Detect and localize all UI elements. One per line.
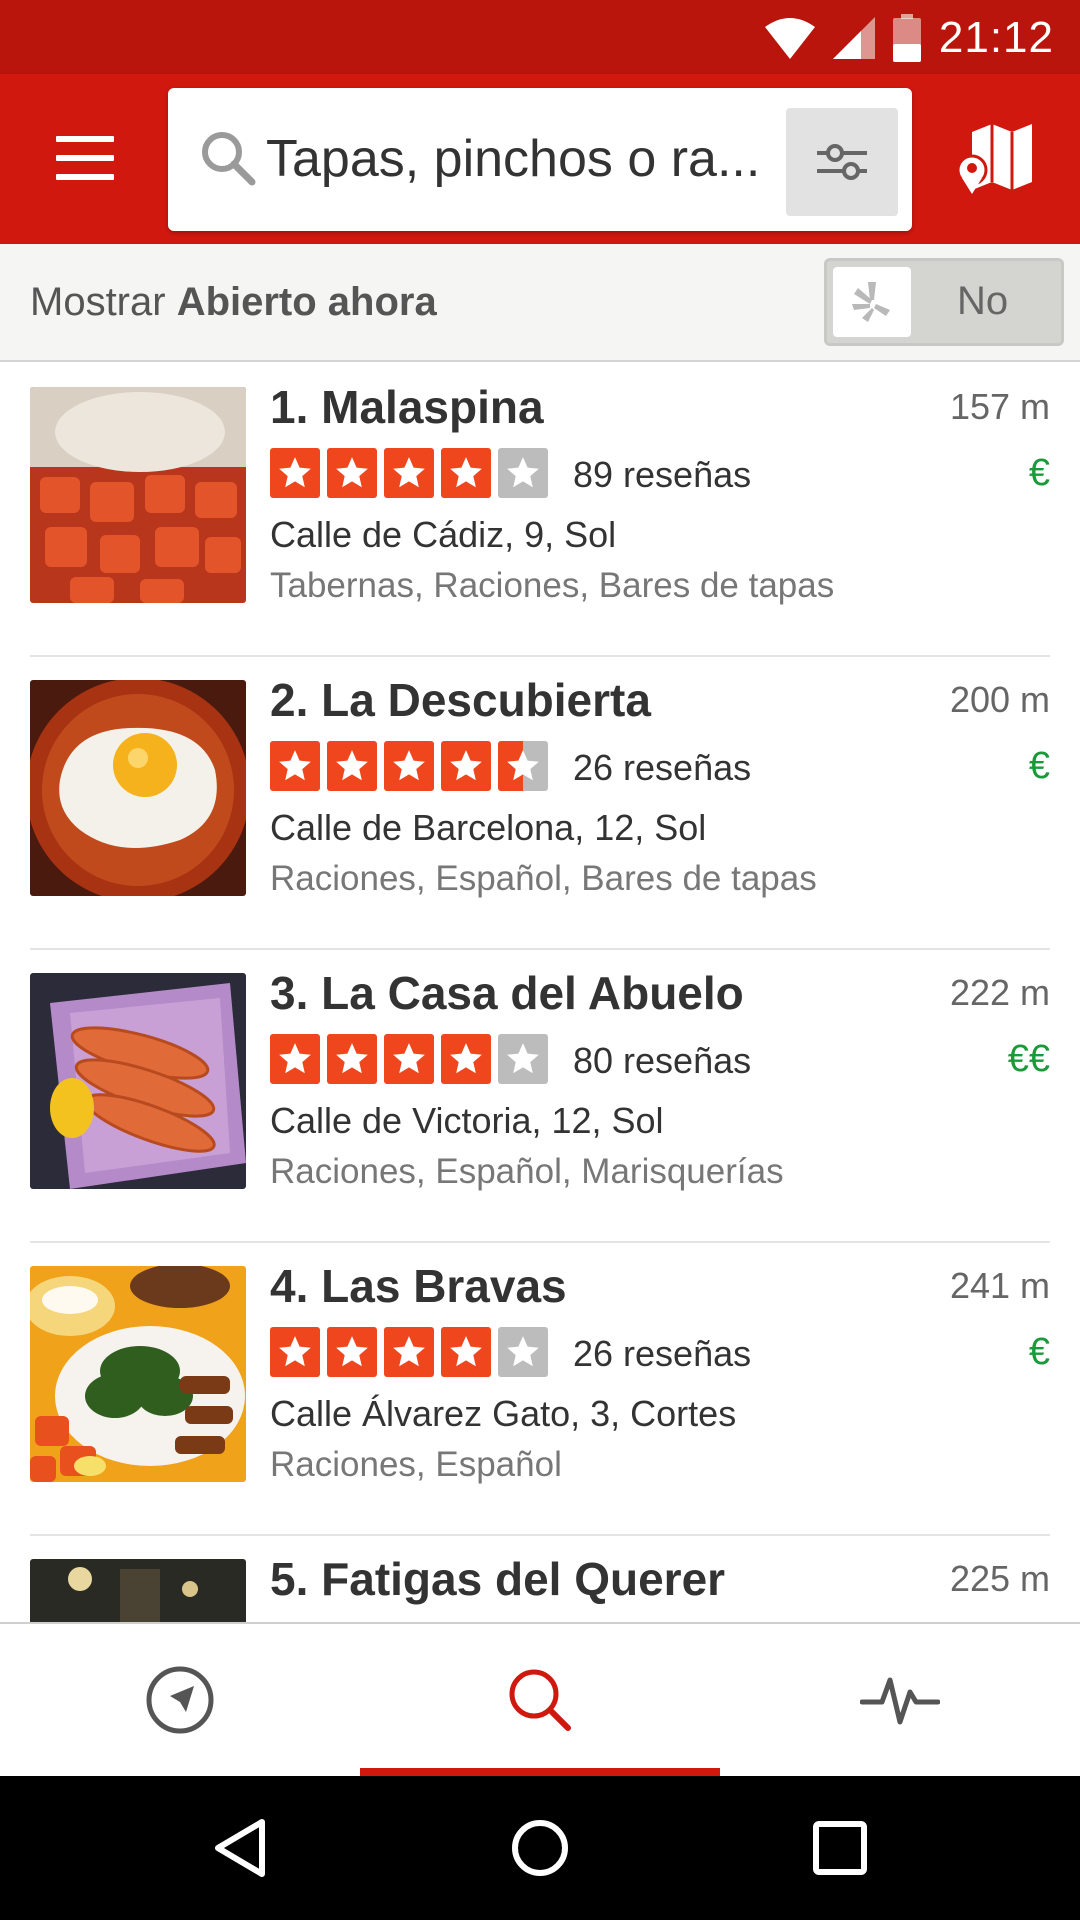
search-icon	[202, 132, 256, 186]
price-range: €	[1028, 745, 1050, 787]
distance: 222 m	[949, 972, 1050, 1013]
status-time: 21:12	[938, 13, 1054, 62]
star-empty-icon	[498, 448, 548, 498]
app-bar: Tapas, pinchos o ra...	[0, 74, 1080, 244]
star-icon	[327, 1034, 377, 1084]
star-icon	[384, 448, 434, 498]
battery-icon	[892, 14, 921, 62]
star-icon	[327, 448, 377, 498]
business-photo	[30, 387, 246, 603]
signal-icon	[832, 17, 875, 59]
list-item[interactable]: 1. Malaspina 157 m 89 reseñas € Calle de…	[0, 364, 1080, 657]
star-empty-icon	[498, 1327, 548, 1377]
map-icon[interactable]	[958, 124, 1034, 194]
business-address: Calle de Cádiz, 9, Sol	[270, 514, 617, 555]
star-rating	[270, 448, 548, 498]
star-empty-icon	[498, 1034, 548, 1084]
star-icon	[441, 1034, 491, 1084]
star-half-icon	[498, 741, 548, 791]
bottom-navigation	[0, 1622, 1080, 1776]
star-rating	[270, 741, 548, 791]
business-address: Calle de Victoria, 12, Sol	[270, 1100, 664, 1141]
price-range: €	[1028, 452, 1050, 494]
activity-pulse-icon	[860, 1677, 940, 1725]
business-name[interactable]: 4. Las Bravas	[270, 1259, 567, 1313]
business-name[interactable]: 5. Fatigas del Querer	[270, 1552, 725, 1606]
review-count: 26 reseñas	[573, 747, 752, 788]
business-name[interactable]: 2. La Descubierta	[270, 673, 651, 727]
nearby-compass-icon	[146, 1666, 214, 1734]
back-icon[interactable]	[204, 1812, 276, 1884]
home-icon[interactable]	[504, 1812, 576, 1884]
business-categories: Raciones, Español, Bares de tapas	[270, 859, 817, 898]
open-now-label: Mostrar Abierto ahora	[30, 280, 437, 324]
filter-sliders-icon	[817, 144, 867, 180]
list-item[interactable]: 3. La Casa del Abuelo 222 m 80 reseñas €…	[0, 950, 1080, 1243]
list-item[interactable]: 4. Las Bravas 241 m 26 reseñas € Calle Á…	[0, 1243, 1080, 1536]
business-photo	[30, 680, 246, 896]
price-range: €	[1028, 1331, 1050, 1373]
business-categories: Tabernas, Raciones, Bares de tapas	[270, 566, 835, 605]
star-icon	[270, 741, 320, 791]
results-list: 1. Malaspina 157 m 89 reseñas € Calle de…	[0, 364, 1080, 1622]
open-now-toggle[interactable]: No	[824, 258, 1064, 346]
star-icon	[270, 448, 320, 498]
search-input[interactable]: Tapas, pinchos o ra...	[168, 88, 912, 231]
star-icon	[441, 448, 491, 498]
list-item[interactable]: 5. Fatigas del Querer 225 m	[0, 1536, 1080, 1622]
business-categories: Raciones, Español	[270, 1445, 562, 1484]
toggle-label: No	[957, 279, 1009, 323]
star-icon	[441, 1327, 491, 1377]
toggle-knob	[833, 267, 911, 337]
yelp-burst-icon	[852, 282, 890, 322]
star-icon	[327, 741, 377, 791]
business-categories: Raciones, Español, Marisquerías	[270, 1152, 784, 1191]
review-count: 26 reseñas	[573, 1333, 752, 1374]
tab-search[interactable]	[360, 1624, 720, 1776]
review-count: 89 reseñas	[573, 454, 752, 495]
tab-nearby[interactable]	[0, 1624, 360, 1776]
distance: 200 m	[949, 679, 1050, 720]
star-rating	[270, 1327, 548, 1377]
status-bar: 21:12	[0, 0, 1080, 74]
list-item[interactable]: 2. La Descubierta 200 m 26 reseñas € Cal…	[0, 657, 1080, 950]
system-navigation-bar	[0, 1776, 1080, 1920]
tab-activity[interactable]	[720, 1624, 1080, 1776]
distance: 157 m	[949, 386, 1050, 427]
business-name[interactable]: 3. La Casa del Abuelo	[270, 966, 744, 1020]
business-name[interactable]: 1. Malaspina	[270, 380, 544, 434]
review-count: 80 reseñas	[573, 1040, 752, 1081]
business-address: Calle de Barcelona, 12, Sol	[270, 807, 707, 848]
search-query: Tapas, pinchos o ra...	[266, 130, 761, 188]
wifi-icon	[764, 18, 815, 59]
star-rating	[270, 1034, 548, 1084]
open-now-filter-bar: Mostrar Abierto ahora No	[0, 244, 1080, 362]
star-icon	[384, 1327, 434, 1377]
filter-button[interactable]	[786, 108, 898, 216]
search-icon	[509, 1669, 571, 1731]
distance: 225 m	[949, 1558, 1050, 1599]
star-icon	[384, 741, 434, 791]
business-address: Calle Álvarez Gato, 3, Cortes	[270, 1393, 737, 1434]
star-icon	[270, 1034, 320, 1084]
business-photo	[30, 1559, 246, 1622]
business-photo	[30, 1266, 246, 1482]
price-range: €€	[1007, 1038, 1050, 1080]
star-icon	[327, 1327, 377, 1377]
star-icon	[270, 1327, 320, 1377]
active-tab-indicator	[360, 1768, 720, 1776]
distance: 241 m	[949, 1265, 1050, 1306]
star-icon	[441, 741, 491, 791]
hamburger-menu-icon[interactable]	[50, 126, 120, 190]
recents-icon[interactable]	[804, 1812, 876, 1884]
business-photo	[30, 973, 246, 1189]
star-icon	[384, 1034, 434, 1084]
